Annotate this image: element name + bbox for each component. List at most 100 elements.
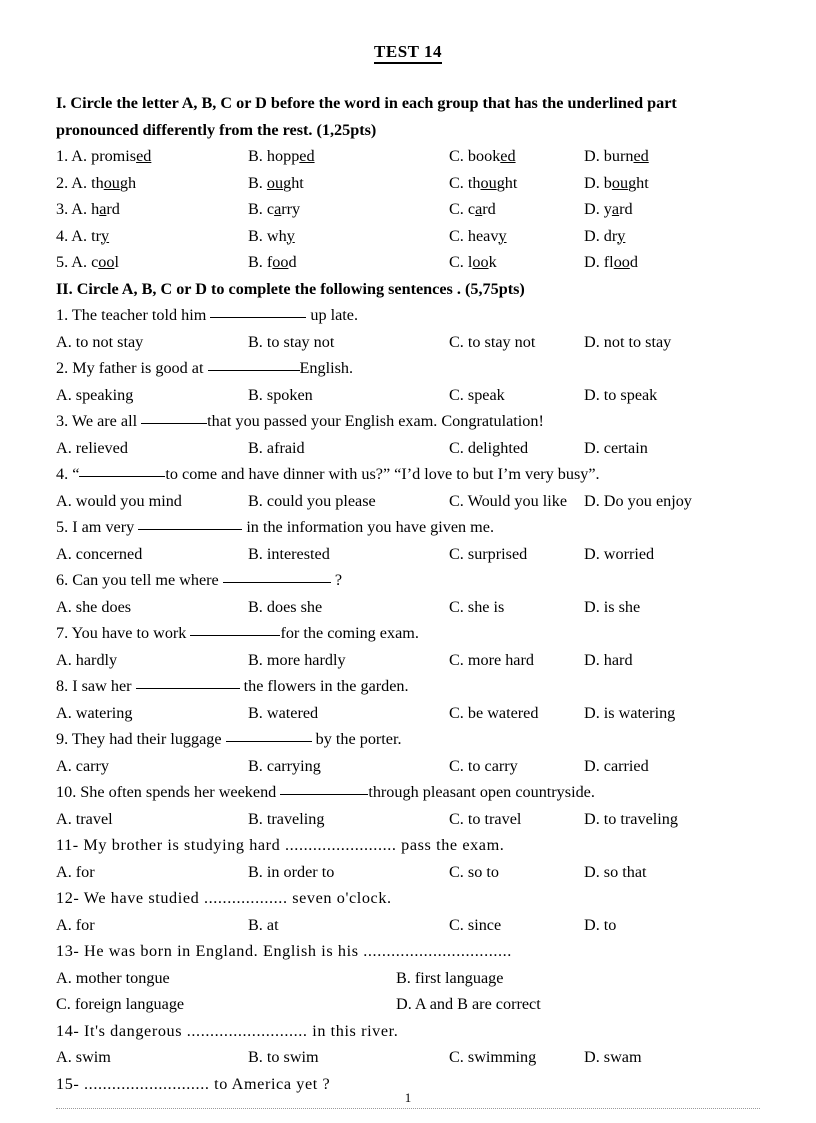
option-c[interactable]: C. to travel: [449, 806, 521, 833]
option-c[interactable]: C. swimming: [449, 1044, 536, 1071]
option-d[interactable]: D. not to stay: [584, 329, 671, 356]
answer-blank[interactable]: [225, 728, 312, 742]
option-a[interactable]: A. swim: [56, 1044, 111, 1071]
option-d[interactable]: D. is she: [584, 594, 640, 621]
option-b[interactable]: B. watered: [248, 700, 318, 727]
option-a[interactable]: A. for: [56, 859, 95, 886]
option-b[interactable]: B. ought: [248, 170, 304, 197]
option-a[interactable]: A. hardly: [56, 647, 117, 674]
option-b[interactable]: B. could you please: [248, 488, 376, 515]
option-d[interactable]: D. to traveling: [584, 806, 678, 833]
option-b[interactable]: B. hopped: [248, 143, 315, 170]
option-b[interactable]: B. at: [248, 912, 279, 939]
option-b[interactable]: B. afraid: [248, 435, 305, 462]
option-c[interactable]: C. to stay not: [449, 329, 535, 356]
option-a[interactable]: 1. A. promised: [56, 143, 151, 170]
option-a[interactable]: A. relieved: [56, 435, 128, 462]
answer-blank[interactable]: [135, 675, 240, 689]
option-b[interactable]: B. food: [248, 249, 297, 276]
word-pre: book: [467, 147, 501, 165]
option-d[interactable]: D. A and B are correct: [396, 991, 541, 1018]
option-c[interactable]: C. so to: [449, 859, 499, 886]
option-c[interactable]: C. to carry: [449, 753, 518, 780]
answer-blank[interactable]: [79, 463, 166, 477]
option-d[interactable]: D. hard: [584, 647, 633, 674]
option-d[interactable]: D. certain: [584, 435, 648, 462]
word-pre: fl: [603, 253, 614, 271]
option-d[interactable]: D. so that: [584, 859, 647, 886]
underlined-part: oo: [98, 253, 115, 271]
option-a[interactable]: 3. A. hard: [56, 196, 120, 223]
answer-blank[interactable]: [210, 304, 307, 318]
option-a[interactable]: A. carry: [56, 753, 109, 780]
option-b[interactable]: B. in order to: [248, 859, 334, 886]
answer-blank[interactable]: [222, 569, 331, 583]
question-stem: 12- We have studied .................. s…: [56, 889, 392, 907]
option-a[interactable]: 2. A. though: [56, 170, 136, 197]
option-a[interactable]: A. she does: [56, 594, 131, 621]
word-pre: th: [467, 173, 481, 192]
option-d[interactable]: D. to speak: [584, 382, 657, 409]
option-b[interactable]: B. why: [248, 223, 295, 250]
question-number: 1.: [56, 147, 69, 165]
option-d[interactable]: D. flood: [584, 249, 638, 276]
option-c[interactable]: C. card: [449, 196, 496, 223]
option-d[interactable]: D. is watering: [584, 700, 675, 727]
option-d[interactable]: D. carried: [584, 753, 649, 780]
option-b[interactable]: B. traveling: [248, 806, 324, 833]
option-a[interactable]: A. watering: [56, 700, 132, 727]
option-a[interactable]: A. to not stay: [56, 329, 143, 356]
option-c[interactable]: C. be watered: [449, 700, 538, 727]
answer-blank[interactable]: [141, 410, 208, 424]
footer-divider: [56, 1108, 760, 1109]
underlined-part: ed: [299, 147, 315, 165]
option-b[interactable]: B. carrying: [248, 753, 321, 780]
option-c[interactable]: C. heavy: [449, 223, 507, 250]
option-d[interactable]: D. Do you enjoy: [584, 488, 692, 515]
option-b[interactable]: B. to stay not: [248, 329, 334, 356]
option-a[interactable]: 4. A. try: [56, 223, 109, 250]
option-a[interactable]: A. concerned: [56, 541, 142, 568]
option-c[interactable]: C. foreign language: [56, 991, 184, 1018]
pronunciation-question-row: 1. A. promised B. hopped C. booked D. bu…: [56, 143, 760, 170]
option-d[interactable]: D. swam: [584, 1044, 642, 1071]
option-d[interactable]: D. yard: [584, 196, 633, 223]
question-stem: 1. The teacher told him up late.: [56, 302, 760, 329]
option-b[interactable]: B. more hardly: [248, 647, 346, 674]
option-a[interactable]: A. mother tongue: [56, 965, 170, 992]
option-d[interactable]: D. burned: [584, 143, 649, 170]
option-c[interactable]: C. Would you like: [449, 488, 567, 515]
word-post: rry: [281, 200, 301, 218]
option-c[interactable]: C. booked: [449, 143, 516, 170]
answer-blank[interactable]: [138, 516, 243, 530]
option-a[interactable]: A. travel: [56, 806, 113, 833]
option-c[interactable]: C. since: [449, 912, 501, 939]
option-a[interactable]: 5. A. cool: [56, 249, 119, 276]
option-a[interactable]: A. for: [56, 912, 95, 939]
word-post: rd: [106, 200, 120, 218]
option-c[interactable]: C. speak: [449, 382, 505, 409]
option-a[interactable]: A. speaking: [56, 382, 133, 409]
option-c[interactable]: C. surprised: [449, 541, 527, 568]
option-c[interactable]: C. more hard: [449, 647, 534, 674]
option-d[interactable]: D. bought: [584, 170, 649, 197]
option-a[interactable]: A. would you mind: [56, 488, 182, 515]
option-c[interactable]: C. look: [449, 249, 497, 276]
answer-blank[interactable]: [280, 781, 369, 795]
option-c[interactable]: C. delighted: [449, 435, 528, 462]
option-c[interactable]: C. thought: [449, 170, 517, 197]
word-post: ght: [628, 173, 649, 192]
option-b[interactable]: B. spoken: [248, 382, 313, 409]
option-b[interactable]: B. first language: [396, 965, 503, 992]
option-b[interactable]: B. does she: [248, 594, 322, 621]
answer-blank[interactable]: [207, 357, 300, 371]
option-d[interactable]: D. worried: [584, 541, 654, 568]
option-b[interactable]: B. interested: [248, 541, 330, 568]
option-c[interactable]: C. she is: [449, 594, 504, 621]
answer-blank[interactable]: [190, 622, 281, 636]
option-d[interactable]: D. to: [584, 912, 616, 939]
word-pre: y: [603, 200, 612, 218]
option-b[interactable]: B. carry: [248, 196, 300, 223]
option-b[interactable]: B. to swim: [248, 1044, 319, 1071]
option-d[interactable]: D. dry: [584, 223, 625, 250]
